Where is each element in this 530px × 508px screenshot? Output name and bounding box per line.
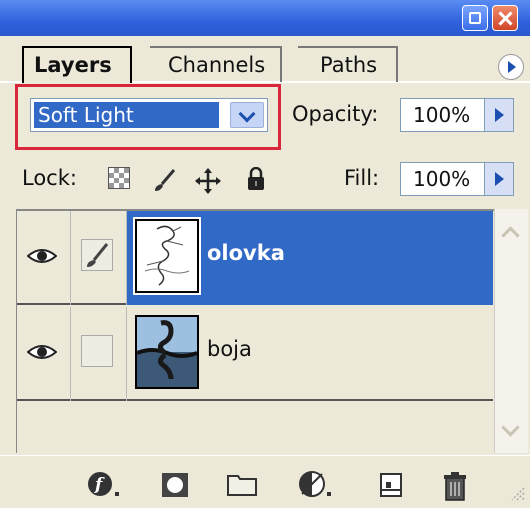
trash-icon[interactable]	[440, 470, 470, 502]
link-box	[81, 335, 113, 367]
layer-name[interactable]: boja	[207, 337, 252, 361]
chevron-down-icon[interactable]	[230, 102, 264, 128]
resize-grip-icon[interactable]	[506, 482, 526, 502]
new-layer-icon[interactable]	[376, 470, 406, 500]
lock-image-pixels-icon[interactable]	[152, 167, 178, 193]
layer-style-icon[interactable]: f	[86, 470, 126, 500]
sketch-thumbnail-icon	[144, 225, 190, 286]
layers-panel: Layers Channels Paths Soft Light Opacity…	[0, 0, 530, 508]
restore-button[interactable]	[462, 5, 488, 31]
layers-scrollbar[interactable]	[494, 209, 528, 453]
scroll-up-icon[interactable]	[501, 223, 519, 241]
tab-channels[interactable]: Channels	[150, 46, 282, 82]
lock-transparent-pixels-icon[interactable]	[108, 167, 130, 189]
layer-name[interactable]: olovka	[207, 241, 285, 265]
blend-mode-value: Soft Light	[34, 102, 219, 128]
link-toggle[interactable]	[71, 211, 127, 305]
scroll-down-icon[interactable]	[501, 421, 519, 439]
link-box	[81, 239, 113, 271]
close-button[interactable]	[492, 5, 518, 31]
title-bar	[0, 0, 530, 36]
adjustment-layer-icon[interactable]	[298, 470, 338, 500]
lock-position-icon[interactable]	[194, 167, 222, 195]
new-group-icon[interactable]	[226, 470, 258, 498]
opacity-slider-button[interactable]	[484, 98, 514, 132]
tab-paths[interactable]: Paths	[298, 46, 398, 82]
brush-icon	[87, 243, 109, 267]
layer-row-boja[interactable]: boja	[17, 307, 493, 401]
layer-thumbnail	[133, 217, 201, 295]
fill-label: Fill:	[344, 166, 380, 190]
eye-icon	[27, 345, 57, 359]
opacity-label: Opacity:	[292, 102, 379, 126]
photo-thumbnail-icon	[136, 317, 198, 387]
layer-row-olovka[interactable]: olovka	[17, 211, 493, 305]
lock-label: Lock:	[22, 166, 77, 190]
panel-menu-button[interactable]	[498, 54, 524, 80]
layer-thumbnail	[135, 315, 199, 389]
lock-all-icon[interactable]	[246, 167, 266, 191]
visibility-toggle[interactable]	[17, 211, 71, 305]
layer-mask-icon[interactable]	[160, 470, 190, 500]
eye-icon	[27, 249, 57, 263]
tab-layers[interactable]: Layers	[22, 46, 132, 83]
link-toggle[interactable]	[71, 307, 127, 401]
blend-mode-select[interactable]: Soft Light	[30, 98, 268, 132]
visibility-toggle[interactable]	[17, 307, 71, 401]
layers-list: olovka boja	[16, 209, 494, 453]
fill-slider-button[interactable]	[484, 162, 514, 196]
